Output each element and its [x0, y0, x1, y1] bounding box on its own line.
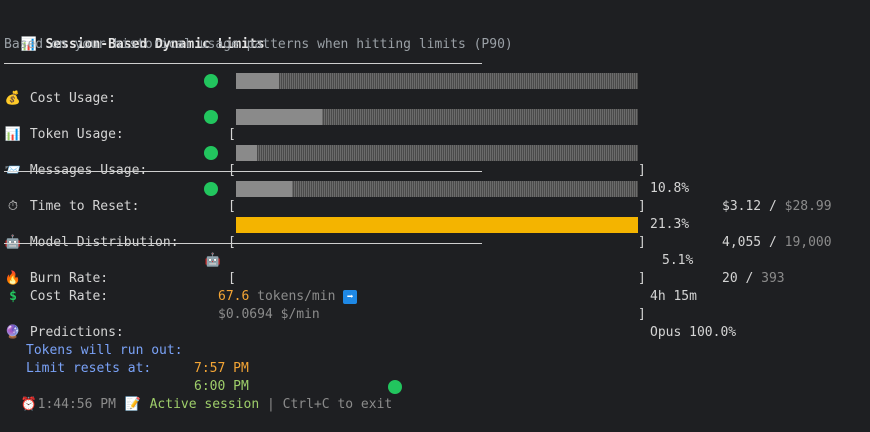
messages-usage-row: 📨 Messages Usage: [ ] 5.1% 20 / 393	[4, 144, 864, 286]
session-status: Active session	[149, 397, 260, 412]
progress-fill	[236, 217, 638, 233]
token-usage-row: 📊 Token Usage: [ ] 21.3% 4,055 / 19,000	[4, 108, 864, 250]
cost-progress-bar	[236, 73, 638, 89]
status-indicator	[204, 182, 218, 196]
bar-bracket-left: [	[228, 199, 236, 214]
time-remaining: 4h 15m	[650, 289, 697, 304]
limit-reset-row: Limit resets at: 6:00 PM	[26, 361, 249, 394]
progress-fill	[236, 109, 322, 125]
status-indicator	[388, 380, 402, 394]
model-distribution-row: 🤖 Model Distribution: 🤖 [ ] Opus 100.0%	[4, 216, 864, 340]
burn-rate-value: 67.6	[218, 289, 250, 304]
cost-rate-row: $ Cost Rate: $0.0694 $/min	[4, 270, 864, 322]
distribution-bar	[236, 217, 638, 233]
stopwatch-icon: ⏱	[7, 199, 19, 214]
token-progress-bar	[236, 109, 638, 125]
time-to-reset-row: ⏱ Time to Reset: [ ] 4h 15m	[4, 180, 864, 304]
status-indicator	[204, 74, 218, 88]
arrow-right-icon: ➡	[343, 289, 358, 304]
status-indicator	[204, 110, 218, 124]
status-indicator	[204, 146, 218, 160]
usage-value: 4,055 / 19,000	[722, 235, 832, 250]
cost-usage-row: 💰 Cost Usage: [ ] 10.8% $3.12 / $28.99	[4, 72, 864, 214]
bar-bracket-right: ]	[638, 199, 646, 214]
dollar-icon: $	[9, 289, 17, 304]
separator	[4, 63, 482, 64]
money-bag-icon: 💰	[4, 91, 22, 106]
reset-progress-bar	[236, 181, 638, 197]
progress-fill	[236, 145, 257, 161]
footer-status: ⏰1:44:56 PM 📝 Active session | Ctrl+C to…	[4, 378, 864, 412]
bar-bracket-right: ]	[638, 163, 646, 178]
metric-label: Token Usage:	[29, 127, 124, 142]
messages-progress-bar	[236, 145, 638, 161]
progress-fill	[236, 181, 293, 197]
bar-chart-icon: 📊	[4, 127, 22, 142]
current-time: 1:44:56 PM	[37, 397, 116, 412]
usage-value: $3.12 / $28.99	[722, 199, 832, 214]
exit-hint: Ctrl+C to exit	[282, 397, 393, 412]
memo-icon: 📝	[124, 397, 141, 412]
tokens-run-out-time: 7:57 PM	[194, 361, 249, 376]
separator	[4, 171, 482, 172]
burn-rate-row: 🔥 Burn Rate: 67.6 tokens/min ➡	[4, 252, 864, 304]
page-subtitle: Based on your historical usage patterns …	[4, 37, 513, 52]
separator	[4, 243, 482, 244]
metric-label: Cost Usage:	[29, 91, 116, 106]
tokens-run-out-row: Tokens will run out: 7:57 PM	[26, 343, 249, 376]
bar-bracket-right: ]	[638, 235, 646, 250]
bar-bracket-left: [	[228, 127, 236, 142]
metric-label: Time to Reset:	[29, 199, 140, 214]
alarm-clock-icon: ⏰	[20, 397, 37, 412]
predictions-title-row: 🔮 Predictions:	[4, 306, 864, 340]
progress-fill	[236, 73, 280, 89]
